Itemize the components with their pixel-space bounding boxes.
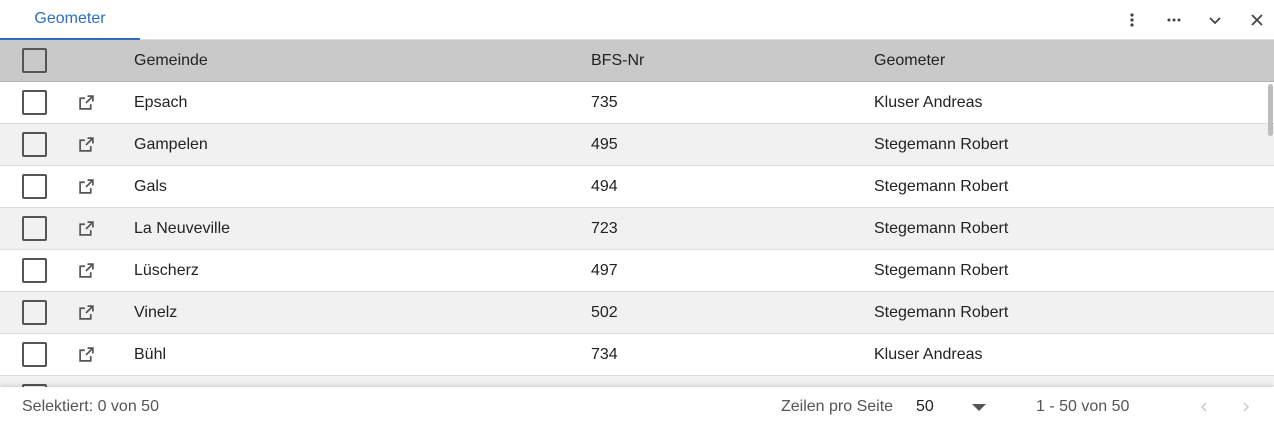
cell-bfs-nr: 734 — [591, 346, 618, 363]
open-external-icon[interactable] — [78, 346, 95, 363]
row-checkbox[interactable] — [22, 216, 47, 241]
table-row-partial[interactable] — [0, 376, 1274, 387]
cell-gemeinde: La Neuveville — [134, 220, 231, 237]
open-external-icon[interactable] — [78, 304, 95, 321]
chevron-right-icon — [1243, 402, 1250, 412]
more-horizontal-icon — [1167, 18, 1181, 22]
cell-bfs-nr: 495 — [591, 136, 618, 153]
cell-geometer: Stegemann Robert — [874, 262, 1009, 279]
cell-gemeinde: Bühl — [134, 346, 167, 363]
table-row[interactable]: Epsach 735 Kluser Andreas — [0, 82, 1274, 124]
cell-bfs-nr: 497 — [591, 262, 618, 279]
row-checkbox[interactable] — [22, 132, 47, 157]
table-row[interactable]: Gals 494 Stegemann Robert — [0, 166, 1274, 208]
tab-geometer[interactable]: Geometer — [0, 0, 140, 40]
table-row[interactable]: Bühl 734 Kluser Andreas — [0, 334, 1274, 376]
open-external-icon[interactable] — [78, 220, 95, 237]
column-header-bfs-nr[interactable]: BFS-Nr — [591, 40, 644, 82]
open-external-icon[interactable] — [78, 178, 95, 195]
select-all-checkbox[interactable] — [22, 48, 47, 73]
cell-bfs-nr: 502 — [591, 304, 618, 321]
rows-per-page-label: Zeilen pro Seite — [781, 398, 894, 415]
row-checkbox[interactable] — [22, 90, 47, 115]
more-horizontal-button[interactable] — [1158, 4, 1190, 36]
close-icon — [1251, 14, 1263, 26]
row-checkbox[interactable] — [22, 174, 47, 199]
open-external-icon[interactable] — [78, 262, 95, 279]
rows-per-page-select[interactable]: 50 — [916, 387, 990, 427]
cell-bfs-nr: 723 — [591, 220, 618, 237]
cell-bfs-nr: 494 — [591, 178, 618, 195]
close-button[interactable] — [1241, 4, 1273, 36]
chevron-down-icon — [1209, 17, 1221, 25]
cell-geometer: Stegemann Robert — [874, 136, 1009, 153]
more-vertical-icon — [1130, 13, 1134, 27]
next-page-button[interactable] — [1234, 395, 1258, 419]
cell-gemeinde: Gals — [134, 178, 167, 195]
previous-page-button[interactable] — [1192, 395, 1216, 419]
cell-geometer: Stegemann Robert — [874, 220, 1009, 237]
tab-bar: Geometer — [0, 0, 1274, 40]
cell-geometer: Stegemann Robert — [874, 304, 1009, 321]
column-header-geometer[interactable]: Geometer — [874, 40, 945, 82]
data-table: Gemeinde BFS-Nr Geometer Epsach 735 Klus… — [0, 40, 1274, 387]
table-row[interactable]: Lüscherz 497 Stegemann Robert — [0, 250, 1274, 292]
table-row[interactable]: Gampelen 495 Stegemann Robert — [0, 124, 1274, 166]
cell-gemeinde: Vinelz — [134, 304, 178, 321]
cell-gemeinde: Lüscherz — [134, 262, 199, 279]
column-header-gemeinde[interactable]: Gemeinde — [134, 40, 208, 82]
dropdown-arrow-icon — [972, 404, 986, 411]
table-header: Gemeinde BFS-Nr Geometer — [0, 40, 1274, 82]
open-external-icon[interactable] — [78, 94, 95, 111]
rows-per-page-value: 50 — [916, 398, 934, 415]
open-external-icon[interactable] — [78, 136, 95, 153]
table-row[interactable]: La Neuveville 723 Stegemann Robert — [0, 208, 1274, 250]
cell-geometer: Stegemann Robert — [874, 178, 1009, 195]
row-checkbox[interactable] — [22, 258, 47, 283]
cell-geometer: Kluser Andreas — [874, 346, 983, 363]
table-row[interactable]: Vinelz 502 Stegemann Robert — [0, 292, 1274, 334]
vertical-scrollbar[interactable] — [1268, 84, 1273, 136]
table-footer: Selektiert: 0 von 50 Zeilen pro Seite 50… — [0, 387, 1274, 427]
pagination-range: 1 - 50 von 50 — [1036, 398, 1130, 415]
selection-count: Selektiert: 0 von 50 — [22, 398, 159, 415]
cell-geometer: Kluser Andreas — [874, 94, 983, 111]
cell-bfs-nr: 735 — [591, 94, 618, 111]
collapse-button[interactable] — [1199, 4, 1231, 36]
cell-gemeinde: Epsach — [134, 94, 188, 111]
cell-gemeinde: Gampelen — [134, 136, 208, 153]
row-checkbox[interactable] — [22, 300, 47, 325]
row-checkbox[interactable] — [22, 342, 47, 367]
chevron-left-icon — [1200, 402, 1207, 412]
more-vertical-button[interactable] — [1116, 4, 1148, 36]
